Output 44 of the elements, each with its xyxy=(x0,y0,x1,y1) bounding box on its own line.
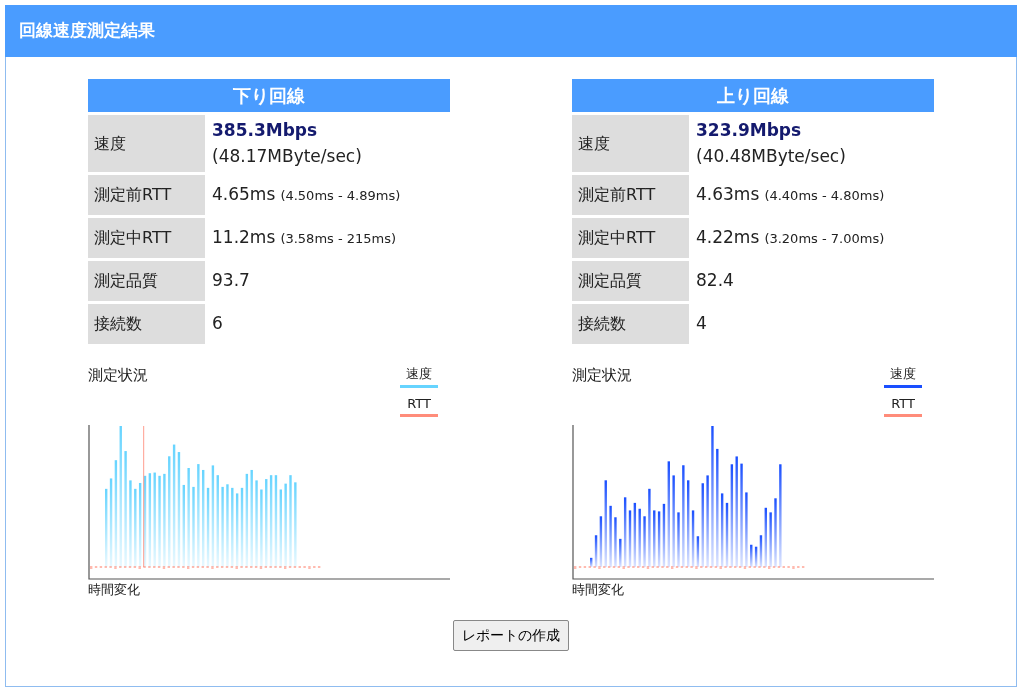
rtt-range: (4.40ms - 4.80ms) xyxy=(764,188,885,204)
row-label: 測定前RTT xyxy=(572,175,689,215)
row-label: 速度 xyxy=(572,115,689,172)
legend-label: 速度 xyxy=(406,365,432,383)
rtt-value: 4.22ms xyxy=(696,227,760,248)
table-header: 上り回線 xyxy=(572,79,934,112)
legend-label: 速度 xyxy=(890,365,916,383)
row-label: 測定品質 xyxy=(88,261,205,301)
speed-value: 385.3Mbps xyxy=(212,119,319,142)
create-report-button[interactable]: レポートの作成 xyxy=(453,619,569,651)
row-label: 速度 xyxy=(88,115,205,172)
row-label: 接続数 xyxy=(572,304,689,344)
rtt-value: 4.63ms xyxy=(696,184,760,205)
legend-label: RTT xyxy=(407,394,431,413)
row-label: 測定品質 xyxy=(572,261,689,301)
row-value: 6 xyxy=(212,312,223,336)
speed-value: 323.9Mbps xyxy=(696,119,803,142)
row-label: 測定前RTT xyxy=(88,175,205,215)
table-header: 下り回線 xyxy=(88,79,450,112)
chart-title: 測定状況 xyxy=(88,365,148,386)
legend-label: RTT xyxy=(891,394,915,413)
speed-bar xyxy=(769,512,772,567)
row-value: 93.7 xyxy=(212,269,250,293)
rtt-range: (3.58ms - 215ms) xyxy=(280,231,397,247)
x-axis-label: 時間変化 xyxy=(572,581,625,599)
rtt-range: (4.50ms - 4.89ms) xyxy=(280,188,401,204)
row-label: 測定中RTT xyxy=(572,218,689,258)
page-title: 回線速度測定結果 xyxy=(5,5,1017,57)
byte-rate: (40.48MByte/sec) xyxy=(696,144,846,168)
row-label: 接続数 xyxy=(88,304,205,344)
speed-bar xyxy=(677,512,680,567)
speed-bar xyxy=(614,517,617,567)
chart-title: 測定状況 xyxy=(572,365,632,386)
x-axis-label: 時間変化 xyxy=(88,581,141,599)
rtt-value: 4.65ms xyxy=(212,184,276,205)
speed-bar xyxy=(643,516,646,567)
speed-bar xyxy=(774,498,777,567)
rtt-value: 11.2ms xyxy=(212,227,276,248)
rtt-range: (3.20ms - 7.00ms) xyxy=(764,231,885,247)
row-value: 82.4 xyxy=(696,269,734,293)
byte-rate: (48.17MByte/sec) xyxy=(212,144,362,168)
row-label: 測定中RTT xyxy=(88,218,205,258)
row-value: 4 xyxy=(696,312,707,336)
speed-bar xyxy=(609,505,612,567)
